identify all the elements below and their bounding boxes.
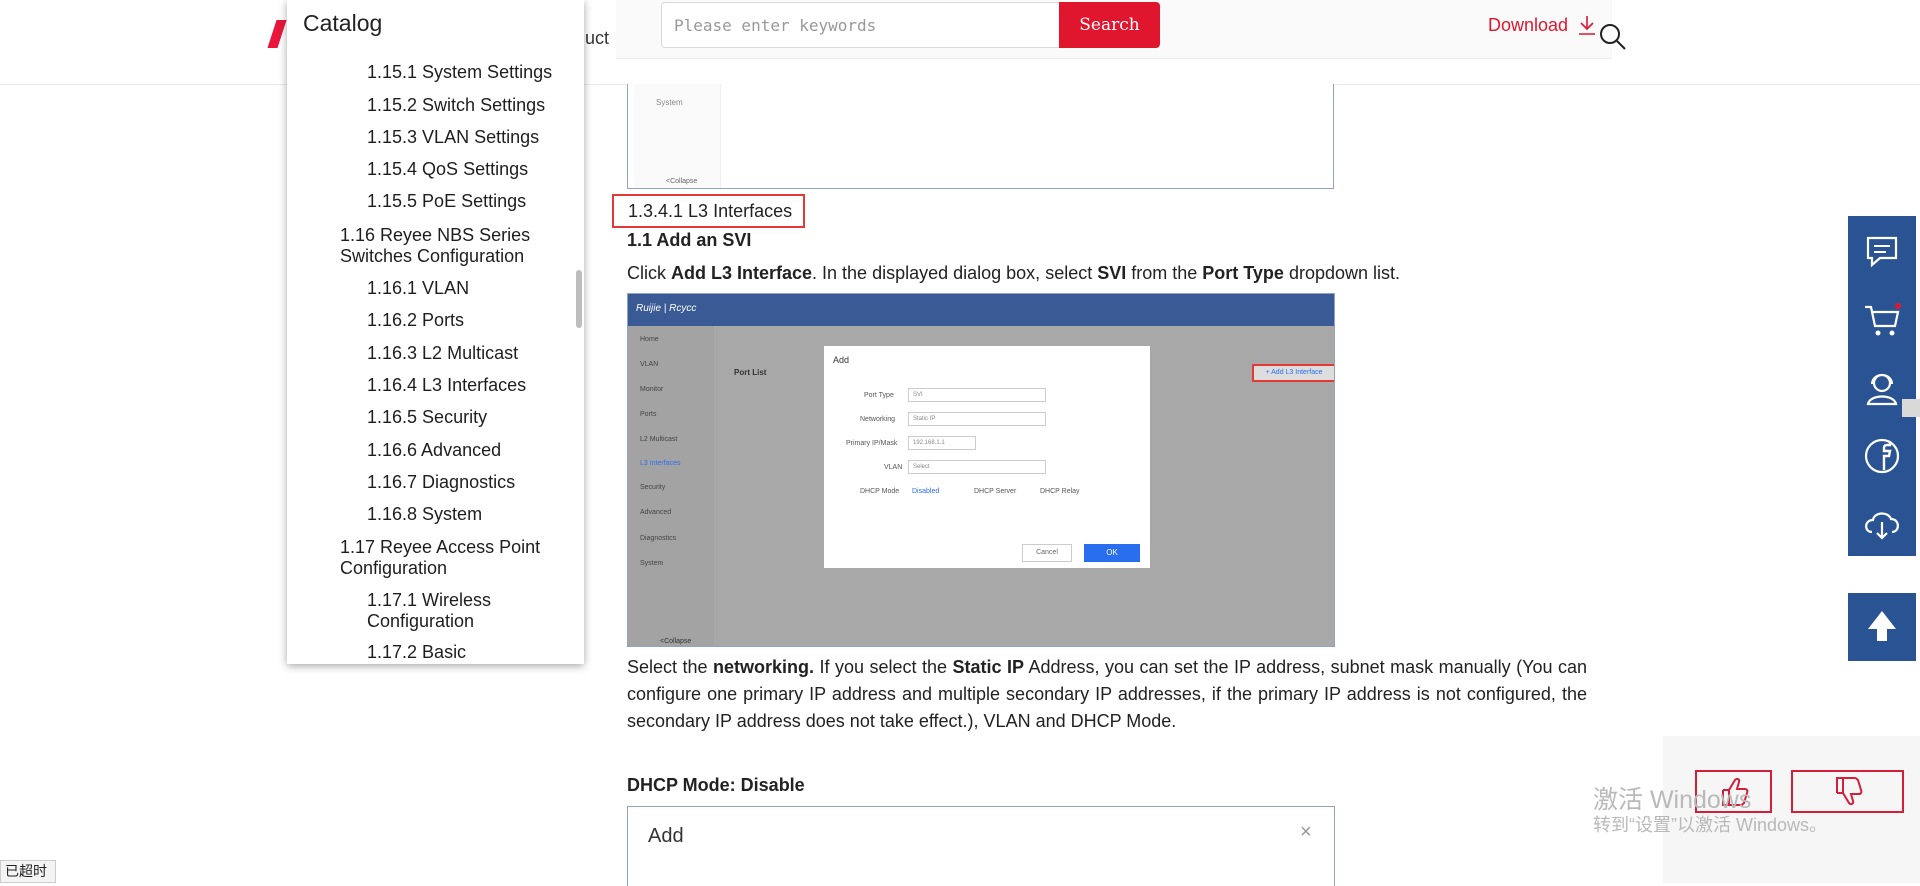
screenshot-left-panel: System <Collapse [634, 84, 721, 188]
catalog-item[interactable]: 1.17.1 Wireless Configuration [367, 590, 527, 632]
catalog-item[interactable]: 1.17 Reyee Access Point Configuration [340, 537, 555, 579]
section-title: 1.3.4.1 L3 Interfaces [612, 194, 805, 228]
screenshot-image-dhcp: Add × [627, 806, 1335, 886]
screenshot-side-item: Ports [640, 411, 657, 418]
networking-paragraph: Select the networking. If you select the… [627, 657, 1587, 731]
screenshot-side-item: Advanced [640, 509, 672, 516]
catalog-title: Catalog [303, 10, 383, 36]
catalog-item[interactable]: 1.16.3 L2 Multicast [367, 343, 518, 364]
screenshot-sidebar: Home VLAN Monitor Ports L2 Multicast L3 … [628, 326, 714, 646]
screenshot-row-field: SVI [908, 388, 1046, 402]
close-icon: × [1300, 821, 1312, 843]
catalog-header: Catalog [287, 0, 584, 52]
screenshot-page-title: Port List [734, 368, 767, 377]
screenshot-dialog-title: Add [648, 825, 684, 847]
dhcp-mode-heading: DHCP Mode: Disable [627, 775, 805, 795]
catalog-item[interactable]: 1.16.6 Advanced [367, 440, 501, 461]
screenshot-row-field: 192.168.1.1 [908, 436, 976, 450]
instruction-paragraph: Click Add L3 Interface. In the displayed… [627, 263, 1401, 283]
catalog-item[interactable]: 1.15.2 Switch Settings [367, 95, 545, 116]
screenshot-row-field: Select [908, 460, 1046, 474]
dislike-button[interactable] [1791, 770, 1904, 813]
search-icon[interactable] [1598, 22, 1628, 52]
cart-icon[interactable] [1860, 298, 1904, 342]
download-label: Download [1488, 14, 1569, 35]
screenshot-dhcp-option: DHCP Relay [1040, 488, 1080, 495]
screenshot-side-item: VLAN [640, 361, 659, 368]
search-input[interactable] [661, 2, 1059, 48]
screenshot-side-item: Monitor [640, 386, 664, 393]
facebook-icon[interactable] [1860, 434, 1904, 478]
screenshot-row-label: Port Type [864, 392, 894, 399]
screenshot-row-label: Networking [860, 416, 896, 423]
thumbs-down-icon [1836, 777, 1863, 806]
search-button[interactable]: Search [1059, 2, 1160, 48]
catalog-item[interactable]: 1.16.2 Ports [367, 310, 464, 331]
screenshot-side-item: L2 Multicast [640, 436, 678, 443]
screenshot-cancel-button: Cancel [1022, 544, 1072, 562]
download-link[interactable]: Download [1488, 14, 1598, 36]
screenshot-row-label: VLAN [884, 464, 903, 471]
catalog-item[interactable]: 1.16 Reyee NBS Series Switches Configura… [340, 225, 550, 267]
screenshot-side-item: Home [640, 336, 659, 343]
chat-icon[interactable] [1860, 230, 1904, 274]
screenshot-row-label: Primary IP/Mask [846, 440, 898, 447]
screenshot-dhcp-label: DHCP Mode [860, 488, 900, 495]
browser-status-bar: 已超时 [0, 860, 56, 883]
catalog-panel: Catalog 1.15.1 System Settings 1.15.2 Sw… [287, 0, 584, 664]
screenshot-menu-system: System [656, 98, 683, 107]
catalog-item[interactable]: 1.15.5 PoE Settings [367, 191, 526, 212]
screenshot-ok-button: OK [1084, 544, 1140, 562]
catalog-item[interactable]: 1.15.1 System Settings [367, 62, 552, 83]
catalog-item[interactable]: 1.16.7 Diagnostics [367, 472, 515, 493]
cloud-download-icon[interactable] [1860, 502, 1904, 546]
subheading-add-svi: 1.1 Add an SVI [627, 230, 752, 250]
catalog-item[interactable]: 1.15.3 VLAN Settings [367, 127, 539, 148]
screenshot-dhcp-option: DHCP Server [974, 488, 1017, 495]
catalog-scrollbar[interactable] [576, 270, 582, 328]
screenshot-side-item: Diagnostics [640, 535, 677, 542]
back-to-top-button[interactable] [1848, 593, 1916, 661]
screenshot-row-field: Static IP [908, 412, 1046, 426]
catalog-item[interactable]: 1.16.4 L3 Interfaces [367, 375, 526, 396]
catalog-item[interactable]: 1.16.8 System [367, 504, 482, 525]
screenshot-dhcp-option: Disabled [912, 488, 940, 495]
screenshot-add-l3-button: + Add L3 Interface [1252, 364, 1334, 382]
screenshot-image-add-dialog: Ruijie | Rcycc Home VLAN Monitor Ports L… [627, 293, 1335, 647]
download-arrow-icon [1579, 16, 1596, 35]
screenshot-topbar: Ruijie | Rcycc [628, 294, 1334, 326]
catalog-item[interactable]: 1.16.5 Security [367, 407, 487, 428]
screenshot-image-top: System <Collapse [627, 84, 1334, 189]
screenshot-add-dialog: Add Port Type SVI Networking Static IP P… [824, 346, 1150, 568]
arrow-up-icon [1868, 611, 1896, 641]
screenshot-side-item: L3 Interfaces [640, 460, 681, 467]
catalog-item[interactable]: 1.17.2 Basic [367, 642, 466, 663]
windows-activation-hint: 转到“设置”以激活 Windows。 [1593, 815, 1828, 835]
screenshot-side-item: Security [640, 484, 666, 491]
screenshot-brand: Ruijie | Rcycc [636, 303, 697, 314]
catalog-item[interactable]: 1.16.1 VLAN [367, 278, 469, 299]
support-agent-icon[interactable] [1860, 366, 1904, 410]
floating-toolbar [1848, 216, 1916, 556]
screenshot-dialog-title: Add [833, 355, 850, 365]
screenshot-collapse: <Collapse [666, 178, 698, 185]
screenshot-collapse: <Collapse [660, 638, 692, 645]
brand-logo[interactable] [267, 20, 287, 48]
catalog-item[interactable]: 1.15.4 QoS Settings [367, 159, 528, 180]
page-scrollbar-thumb[interactable] [1902, 399, 1920, 417]
screenshot-side-item: System [640, 560, 664, 567]
